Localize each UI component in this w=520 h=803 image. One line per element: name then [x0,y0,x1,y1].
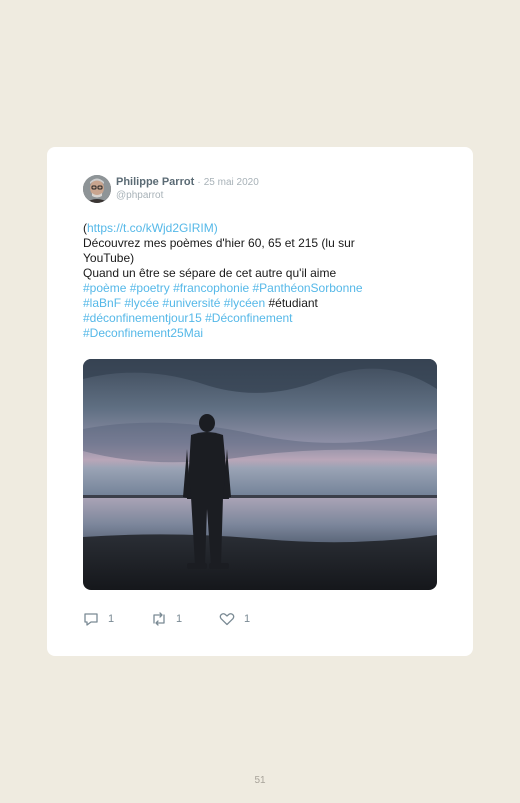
reply-count: 1 [108,613,115,625]
like-count: 1 [244,613,251,625]
avatar[interactable] [83,175,111,203]
tweet-actions: 1 1 1 [83,612,283,628]
author-handle[interactable]: @phparrot [116,190,163,201]
tweet-date[interactable]: 25 mai 2020 [204,177,259,188]
plain-hashtag: #étudiant [268,296,318,310]
page-number: 51 [254,775,266,786]
text-line-3: Quand un être se sépare de cet autre qu'… [83,266,337,280]
paren-close: ) [213,221,218,235]
retweet-count: 1 [176,613,183,625]
hashtag-block: #poème #poetry #francophonie #PanthéonSo… [83,281,403,341]
author-line: Philippe Parrot · 25 mai 2020 [116,176,259,189]
hashtag[interactable]: #poème [83,281,126,295]
retweet-icon [153,612,165,626]
tweet-text: (https://t.co/kWjd2GIRIM) Découvrez mes … [83,221,403,341]
like-button[interactable]: 1 [219,612,250,626]
hashtag[interactable]: #PanthéonSorbonne [253,281,363,295]
text-line-2: Découvrez mes poèmes d'hier 60, 65 et 21… [83,236,355,265]
hashtag[interactable]: #lycéen [224,296,265,310]
person-silhouette-at-lake-dusk-icon [83,359,437,590]
separator: · [197,177,201,188]
hashtag[interactable]: #université [162,296,220,310]
hashtag[interactable]: #francophonie [173,281,249,295]
tweet-card: Philippe Parrot · 25 mai 2020 @phparrot … [47,147,473,656]
reply-button[interactable]: 1 [83,612,114,626]
hashtag[interactable]: #Deconfinement25Mai [83,326,203,340]
hashtag[interactable]: #Déconfinement [205,311,292,325]
link-line: (https://t.co/kWjd2GIRIM) [83,221,403,236]
hashtag[interactable]: #laBnF [83,296,121,310]
hashtag[interactable]: #lycée [124,296,159,310]
reply-icon [84,613,98,626]
tweet-image[interactable] [83,359,437,590]
hashtag[interactable]: #poetry [130,281,170,295]
author-name[interactable]: Philippe Parrot [116,176,194,188]
like-icon [219,613,235,626]
retweet-button[interactable]: 1 [151,612,182,626]
hashtag[interactable]: #déconfinementjour15 [83,311,202,325]
tweet-link[interactable]: https://t.co/kWjd2GIRIM [87,221,214,235]
